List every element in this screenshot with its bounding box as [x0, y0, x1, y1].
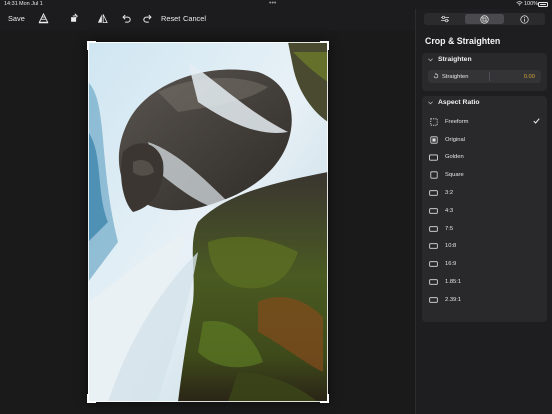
aspect-ratio-option[interactable]: 16:9 [422, 255, 547, 273]
slider-center-tick [489, 72, 490, 81]
chevron-down-icon [428, 100, 434, 105]
aspect-ratio-option-label: 7:5 [445, 225, 454, 232]
aspect-ratio-option[interactable]: Original [422, 131, 547, 149]
aspect-ratio-header[interactable]: Aspect Ratio [422, 96, 547, 109]
ratio-icon [429, 260, 438, 269]
aspect-ratio-section: Aspect Ratio Freeform Original Golden Squar… [422, 96, 547, 322]
chevron-down-icon [428, 57, 434, 62]
aspect-ratio-option-label: 16:9 [445, 261, 457, 268]
info-icon [520, 14, 529, 24]
aspect-ratio-option[interactable]: 3:2 [422, 184, 547, 202]
aspect-ratio-option[interactable]: 2.39:1 [422, 291, 547, 309]
aspect-ratio-option-label: Freeform [445, 118, 469, 125]
tab-adjust[interactable] [425, 14, 465, 24]
straighten-header[interactable]: Straighten [422, 53, 547, 66]
battery-percent: 100% [524, 1, 539, 7]
ratio-icon [429, 242, 438, 251]
aspect-ratio-option-label: 1.85:1 [445, 279, 462, 286]
straighten-slider[interactable]: Straighten 0.00 [428, 70, 541, 83]
flip-icon[interactable] [96, 12, 108, 24]
crop-straighten-icon [480, 14, 489, 24]
aspect-ratio-option-label: Square [445, 172, 464, 179]
aspect-ratio-option-label: 4:3 [445, 207, 454, 214]
battery-icon [538, 2, 548, 7]
crop-rotate-icon[interactable] [68, 12, 80, 24]
freeform-icon [429, 117, 438, 126]
status-time: 14:31 [4, 1, 18, 7]
aspect-ratio-option-label: 10:8 [445, 243, 457, 250]
aspect-ratio-option-label: Golden [445, 154, 464, 161]
ratio-icon [429, 189, 438, 198]
crop-frame[interactable] [87, 41, 329, 403]
cancel-button[interactable]: Cancel [183, 14, 206, 23]
reset-button[interactable]: Reset [161, 14, 180, 23]
save-button[interactable]: Save [8, 14, 25, 23]
ratio-icon [429, 206, 438, 215]
original-icon [429, 135, 438, 144]
wifi-icon [516, 1, 523, 6]
square-icon [429, 171, 438, 180]
aspect-ratio-option[interactable]: 10:8 [422, 238, 547, 256]
aspect-ratio-option[interactable]: 4:3 [422, 202, 547, 220]
aspect-ratio-option-label: Original [445, 136, 465, 143]
aspect-ratio-option[interactable]: Golden [422, 149, 547, 167]
tab-crop-straighten[interactable] [464, 14, 505, 24]
aspect-ratio-header-label: Aspect Ratio [438, 99, 480, 106]
straighten-slider-label: Straighten [442, 73, 469, 80]
image-canvas [0, 30, 415, 414]
crop-handle-bottom-left[interactable] [87, 394, 96, 403]
sliders-icon [440, 15, 449, 23]
straighten-value: 0.00 [523, 73, 535, 80]
straighten-header-label: Straighten [438, 56, 472, 63]
aspect-ratio-option[interactable]: 7:5 [422, 220, 547, 238]
side-panel: Crop & Straighten Straighten Straighten … [415, 9, 552, 414]
aspect-ratio-list: Freeform Original Golden Square 3:2 4:3 7:5 10:… [422, 113, 547, 309]
straighten-section: Straighten Straighten 0.00 [422, 53, 547, 91]
crop-handle-top-left[interactable] [87, 41, 96, 50]
ratio-icon [429, 295, 438, 304]
aspect-ratio-option[interactable]: 1.85:1 [422, 273, 547, 291]
aspect-ratio-option-label: 2.39:1 [445, 296, 462, 303]
crop-handle-bottom-right[interactable] [320, 394, 329, 403]
status-bar: 14:31 Mon Jul 1 ••• 100% [0, 0, 552, 9]
aspect-ratio-option-label: 3:2 [445, 190, 454, 197]
ratio-icon [429, 224, 438, 233]
redo-icon[interactable] [142, 12, 154, 24]
panel-tab-control [424, 13, 545, 25]
tab-info[interactable] [504, 14, 544, 24]
rotate-icon [433, 73, 439, 79]
editor-toolbar: Save Reset Cancel [0, 10, 415, 28]
undo-icon[interactable] [120, 12, 132, 24]
ratio-icon [429, 278, 438, 287]
crop-handle-top-right[interactable] [320, 41, 329, 50]
aspect-ratio-option[interactable]: Freeform [422, 113, 547, 131]
golden-icon [429, 153, 438, 162]
aspect-ratio-option[interactable]: Square [422, 166, 547, 184]
panel-title: Crop & Straighten [425, 36, 501, 46]
adjust-cone-icon[interactable] [37, 12, 49, 24]
status-date: Mon Jul 1 [19, 1, 43, 7]
multitasking-dots[interactable]: ••• [269, 0, 276, 7]
checkmark-icon [533, 118, 540, 126]
